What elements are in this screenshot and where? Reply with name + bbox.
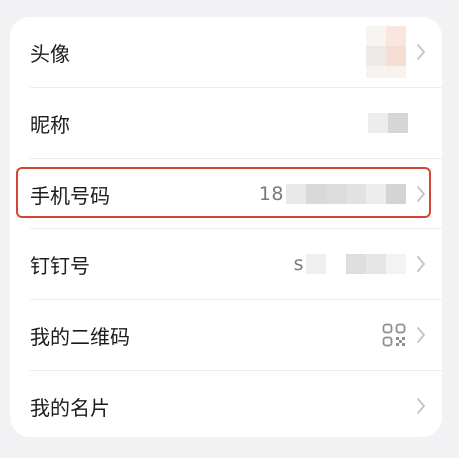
phone-number-row[interactable]: 手机号码 18: [10, 159, 442, 229]
dingtalk-id-label: 钉钉号: [30, 253, 90, 278]
my-business-card-row[interactable]: 我的名片: [10, 371, 442, 437]
chevron-right-icon: [417, 44, 425, 60]
my-qr-code-label: 我的二维码: [30, 324, 130, 349]
avatar-thumbnail: [366, 26, 406, 78]
nickname-row[interactable]: 昵称: [10, 88, 442, 158]
dingtalk-id-row[interactable]: 钉钉号 s: [10, 229, 442, 299]
dingtalk-id-prefix: s: [293, 253, 304, 275]
my-business-card-label: 我的名片: [30, 395, 110, 420]
chevron-right-icon: [417, 327, 425, 343]
qr-code-icon: [382, 323, 406, 347]
phone-number-prefix: 18: [258, 183, 284, 205]
my-qr-code-row[interactable]: 我的二维码: [10, 300, 442, 370]
chevron-right-icon: [417, 398, 425, 414]
avatar-row[interactable]: 头像: [10, 17, 442, 87]
profile-settings-card: 头像 昵称 手机号码 18 钉钉号 s 我的二维码 我的名片: [10, 17, 442, 437]
nickname-value-redacted: [368, 113, 408, 133]
phone-number-value: 18: [259, 183, 406, 205]
chevron-right-icon: [417, 186, 425, 202]
nickname-label: 昵称: [30, 112, 70, 137]
phone-number-label: 手机号码: [30, 183, 110, 208]
chevron-right-icon: [417, 256, 425, 272]
avatar-label: 头像: [30, 41, 70, 66]
dingtalk-id-value: s: [294, 253, 406, 275]
